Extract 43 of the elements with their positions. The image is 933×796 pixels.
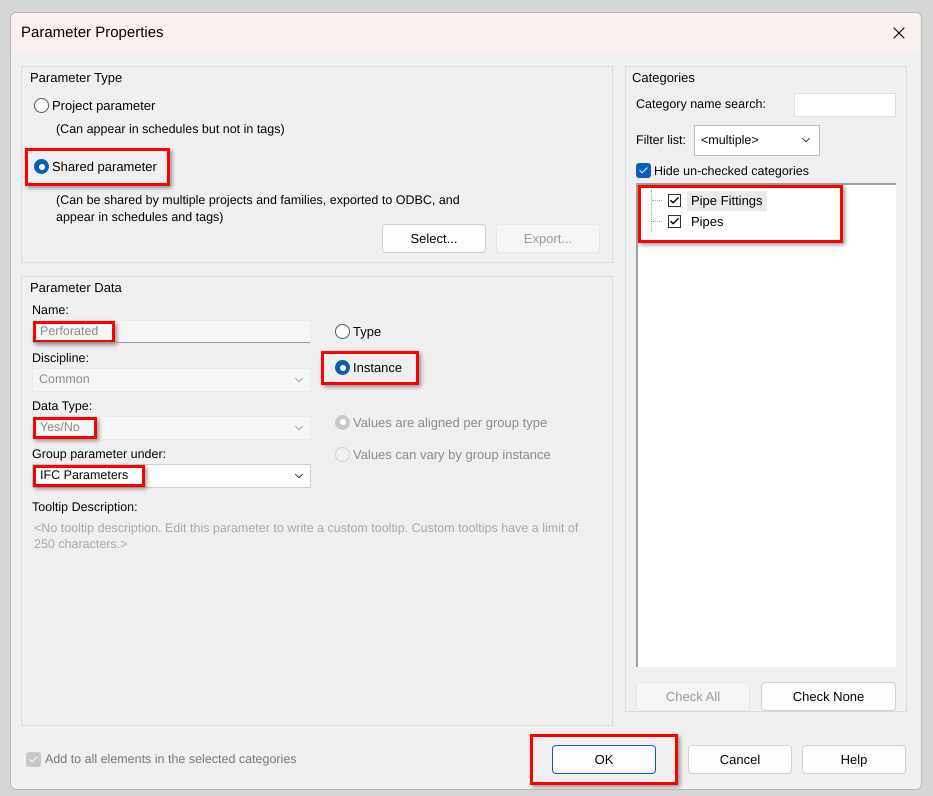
field-label: Data Type: — [32, 398, 94, 414]
dialog-button[interactable]: Check None — [761, 682, 896, 711]
checkbox-icon[interactable] — [668, 194, 681, 208]
field-value: IFC Parameters — [40, 467, 128, 484]
radio-button[interactable]: Shared parameter — [34, 157, 157, 176]
group-title: Categories — [632, 69, 696, 87]
dialog-button[interactable]: OK — [552, 745, 656, 774]
checkbox-icon[interactable] — [668, 215, 681, 228]
tree-item[interactable]: Pipes — [687, 212, 728, 232]
radio-button[interactable]: Instance — [335, 358, 402, 378]
radio-icon — [335, 360, 350, 376]
field-value: Common — [39, 371, 90, 388]
tooltip-description: <No tooltip description. Edit this parameter to write a custom tooltip. Custom tooltips have a limit of 250 characters.> — [33, 520, 580, 552]
dropdown[interactable]: <multiple> — [694, 124, 820, 156]
field-label: Filter list: — [636, 132, 686, 149]
window-title: Parameter Properties — [21, 22, 164, 43]
checkbox[interactable]: Hide un-checked categories — [636, 162, 809, 180]
field-label: Category name search: — [636, 96, 766, 114]
radio-icon — [335, 447, 350, 462]
radio-icon — [34, 159, 49, 174]
field-label: Discipline: — [32, 350, 90, 366]
dropdown[interactable]: IFC Parameters — [32, 464, 311, 488]
dialog-button[interactable]: Select... — [382, 224, 486, 253]
field-value: Perforated — [40, 323, 98, 340]
group-title: Parameter Type — [29, 69, 124, 87]
field-value: Yes/No — [40, 419, 80, 436]
search-field[interactable] — [794, 92, 896, 116]
option-note: (Can appear in schedules but not in tags) — [55, 121, 286, 138]
option-note: (Can be shared by multiple projects and families, exported to ODBC, and appear in schedules and tags) — [55, 192, 461, 226]
field-label: Group parameter under: — [32, 446, 168, 462]
tree-item[interactable]: Pipe Fittings — [687, 191, 767, 210]
field-label: Tooltip Description: — [32, 498, 139, 516]
checkbox-icon — [26, 752, 41, 767]
radio-icon — [34, 98, 49, 113]
dialog-button[interactable]: Help — [802, 745, 906, 774]
radio-button[interactable]: Project parameter — [34, 96, 156, 115]
checkbox-icon — [636, 163, 651, 178]
group-title: Parameter Data — [29, 279, 123, 297]
field-label: Name: — [32, 302, 70, 318]
radio-icon — [335, 324, 350, 339]
radio-button[interactable]: Type — [335, 322, 382, 341]
dialog-button[interactable]: Cancel — [688, 745, 792, 774]
radio-icon — [335, 414, 350, 430]
